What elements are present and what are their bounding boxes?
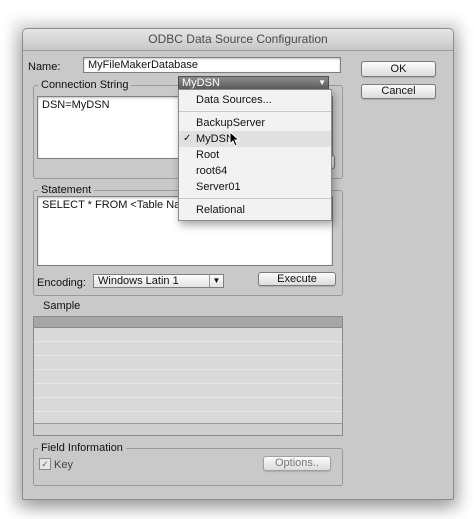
table-row xyxy=(34,342,342,356)
table-row xyxy=(34,356,342,370)
sample-grid-header xyxy=(34,317,342,328)
menu-item-backupserver[interactable]: BackupServer xyxy=(179,115,331,131)
chevron-down-icon: ▼ xyxy=(209,275,223,287)
key-checkbox[interactable]: ✓ xyxy=(39,458,51,470)
menu-item-label: Root xyxy=(196,149,220,161)
horizontal-scrollbar[interactable] xyxy=(34,423,342,435)
menu-item-label: BackupServer xyxy=(196,117,266,129)
menu-item-label: Server01 xyxy=(196,181,241,193)
menu-item-root64[interactable]: root64 xyxy=(179,163,331,179)
chevron-down-icon: ▼ xyxy=(318,78,326,87)
connection-string-title: Connection String xyxy=(38,79,132,91)
menu-item-mydsn[interactable]: ✓ MyDSN xyxy=(179,131,331,147)
encoding-label: Encoding: xyxy=(37,277,86,289)
execute-button[interactable]: Execute xyxy=(258,272,336,286)
field-information-title: Field Information xyxy=(38,442,126,454)
name-field[interactable]: MyFileMakerDatabase xyxy=(83,57,341,73)
encoding-select[interactable]: Windows Latin 1 ▼ xyxy=(93,274,224,288)
dsn-popup-value: MyDSN xyxy=(182,77,220,89)
menu-separator xyxy=(179,111,331,112)
menu-separator xyxy=(179,198,331,199)
sample-title: Sample xyxy=(43,300,81,312)
menu-item-label: Relational xyxy=(196,204,245,216)
table-row xyxy=(34,370,342,384)
checkmark-icon: ✓ xyxy=(183,133,192,144)
table-row xyxy=(34,328,342,342)
menu-item-label: Data Sources... xyxy=(196,94,272,106)
dsn-popup-button[interactable]: MyDSN ▼ xyxy=(178,76,329,90)
mouse-pointer-icon xyxy=(229,130,241,150)
encoding-value: Windows Latin 1 xyxy=(98,275,179,287)
menu-item-data-sources[interactable]: Data Sources... xyxy=(179,92,331,108)
table-row xyxy=(34,384,342,398)
options-button[interactable]: Options.. xyxy=(263,456,331,471)
table-row xyxy=(34,398,342,412)
cancel-button[interactable]: Cancel xyxy=(361,84,436,99)
statement-title: Statement xyxy=(38,184,95,196)
dsn-menu: Data Sources... BackupServer ✓ MyDSN Roo… xyxy=(178,89,332,221)
key-label: Key xyxy=(54,459,73,471)
window-title: ODBC Data Source Configuration xyxy=(23,29,453,51)
menu-item-root[interactable]: Root xyxy=(179,147,331,163)
ok-button[interactable]: OK xyxy=(361,61,436,77)
menu-item-relational[interactable]: Relational xyxy=(179,202,331,218)
sample-grid[interactable] xyxy=(33,316,343,436)
name-label: Name: xyxy=(28,61,61,73)
menu-item-server01[interactable]: Server01 xyxy=(179,179,331,195)
menu-item-label: root64 xyxy=(196,165,228,177)
